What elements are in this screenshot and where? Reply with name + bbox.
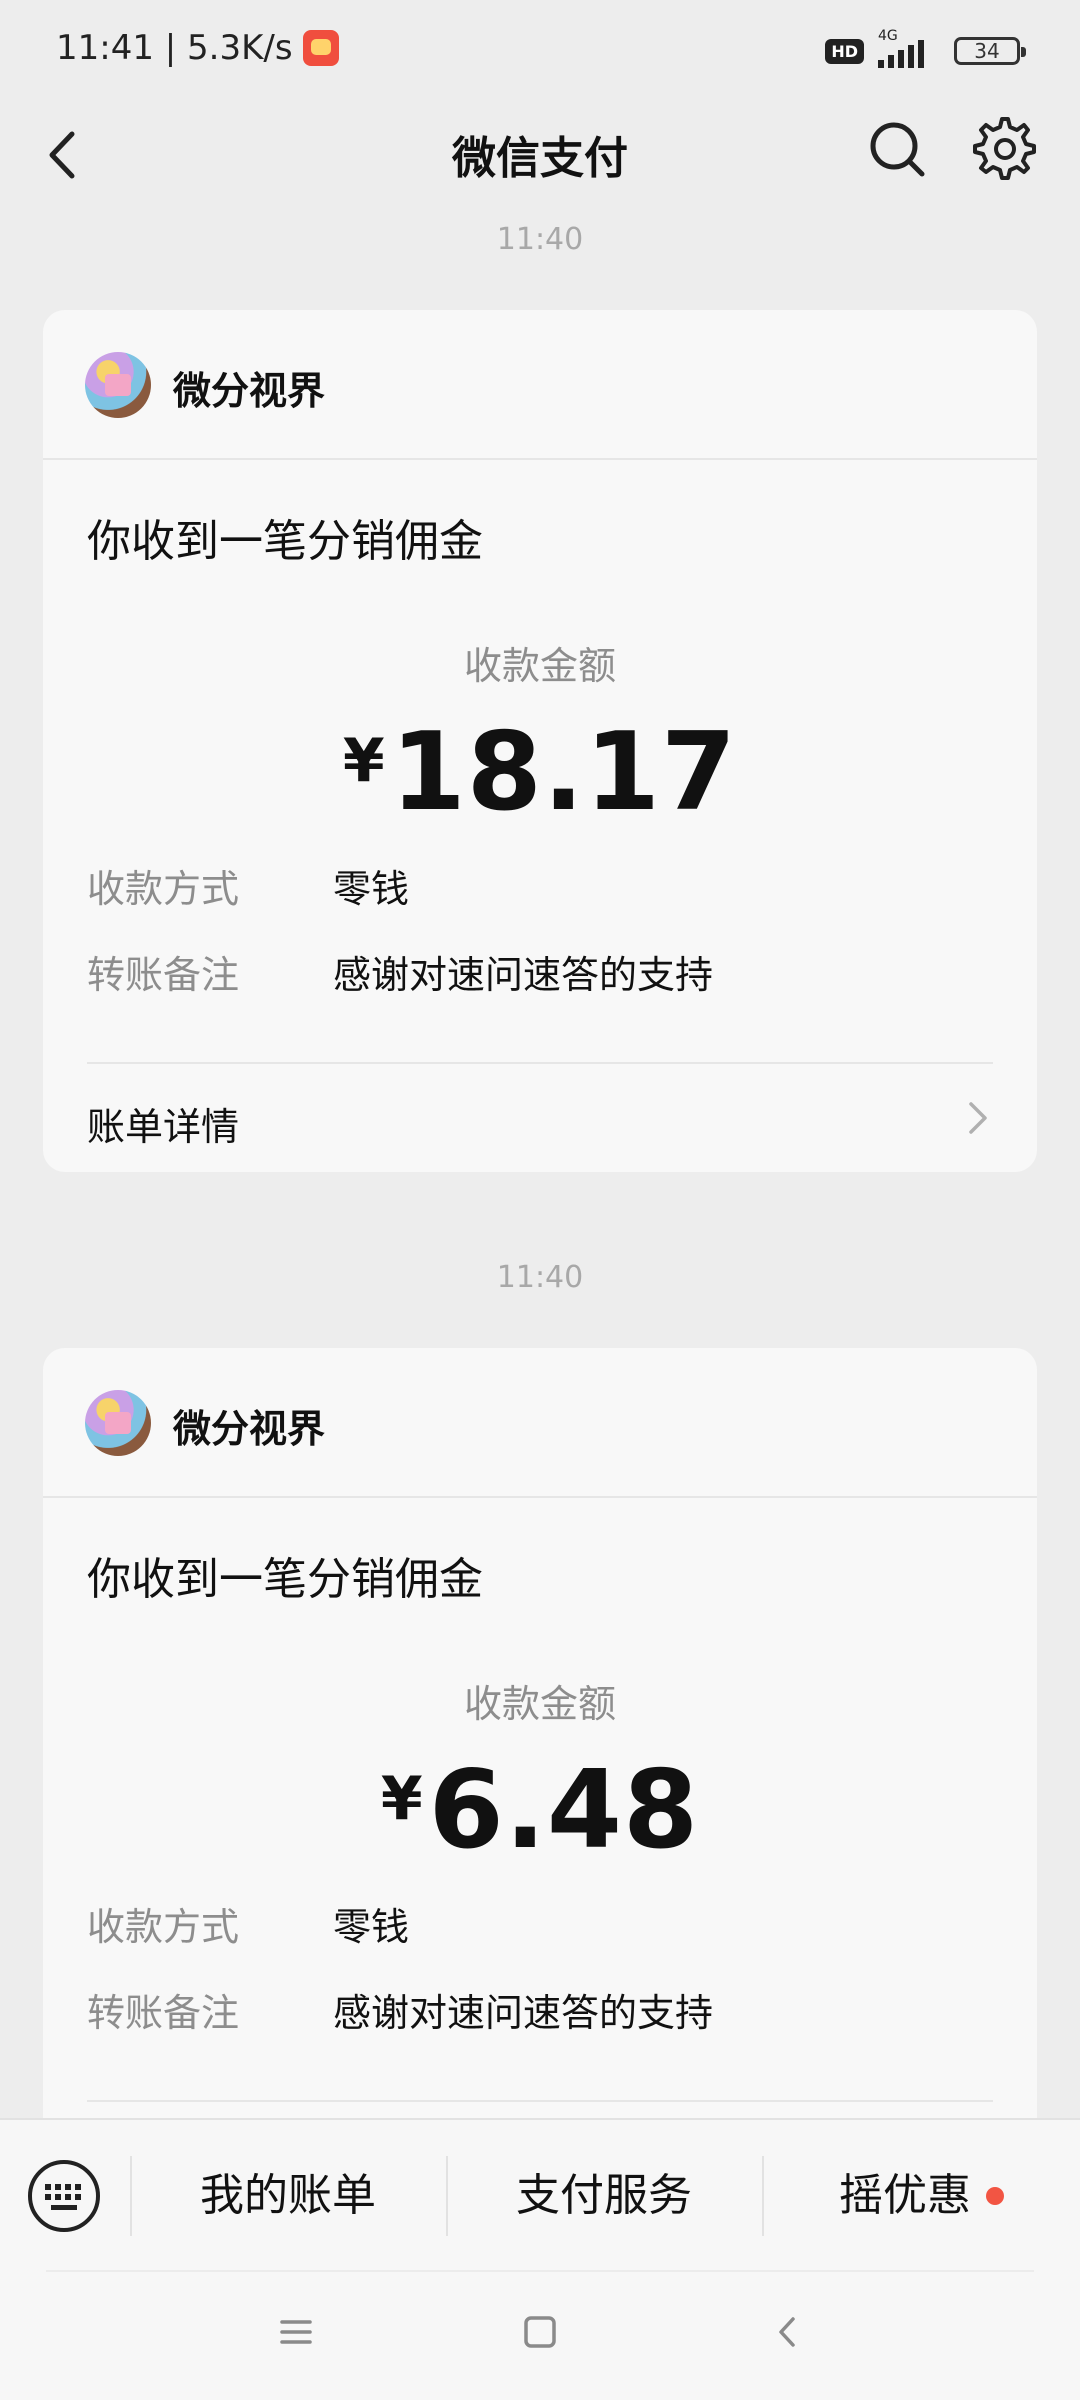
detail-value: 感谢对速问速答的支持: [333, 1991, 714, 2035]
detail-key: 转账备注: [87, 953, 240, 997]
detail-key: 收款方式: [87, 867, 240, 911]
app-notification-icon: [302, 30, 339, 66]
notification-dot: [986, 2187, 1004, 2205]
brand-name: 微分视界: [173, 369, 326, 413]
system-nav-bar: [0, 2270, 1080, 2400]
signal-icon: 4G: [876, 28, 942, 70]
battery-icon: 34: [954, 37, 1026, 65]
amount: ¥6.48: [43, 1748, 1037, 1873]
keyboard-icon[interactable]: [26, 2158, 102, 2234]
avatar: [85, 1390, 151, 1456]
search-icon[interactable]: [862, 114, 932, 184]
hd-badge: HD: [825, 38, 864, 64]
menu-my-bills[interactable]: 我的账单: [132, 2158, 444, 2234]
home-square-icon[interactable]: [522, 2314, 558, 2350]
detail-key: 收款方式: [87, 1905, 240, 1949]
card-title: 你收到一笔分销佣金: [87, 516, 483, 567]
amount-value: 18.17: [390, 710, 738, 835]
nav-bar: 微信支付: [0, 100, 1080, 210]
amount: ¥18.17: [43, 710, 1037, 835]
message-timestamp: 11:40: [496, 1260, 584, 1295]
detail-value: 零钱: [333, 867, 410, 911]
payment-card[interactable]: 微分视界 你收到一笔分销佣金 收款金额 ¥18.17 收款方式 零钱 转账备注 …: [43, 310, 1037, 1172]
amount-label: 收款金额: [463, 644, 616, 688]
menu-payment-services[interactable]: 支付服务: [448, 2158, 760, 2234]
status-left: 11:41 | 5.3K/s: [56, 28, 339, 68]
gear-icon[interactable]: [970, 114, 1040, 184]
menu-lines-icon[interactable]: [278, 2314, 314, 2350]
currency-symbol: ¥: [380, 1764, 423, 1834]
bill-details-label: 账单详情: [87, 1105, 240, 1149]
bill-details-link[interactable]: 账单详情: [87, 1062, 993, 1172]
avatar: [85, 352, 151, 418]
card-header[interactable]: 微分视界: [43, 310, 1037, 460]
detail-value: 感谢对速问速答的支持: [333, 953, 714, 997]
payment-card[interactable]: 微分视界 你收到一笔分销佣金 收款金额 ¥6.48 收款方式 零钱 转账备注 感…: [43, 1348, 1037, 2210]
message-timestamp: 11:40: [496, 222, 584, 257]
bottom-menu-bar: 我的账单 支付服务 摇优惠: [0, 2118, 1080, 2270]
status-time: 11:41 | 5.3K/s: [56, 28, 293, 68]
brand-name: 微分视界: [173, 1407, 326, 1451]
menu-divider: [762, 2156, 764, 2236]
back-chevron-icon[interactable]: [770, 2314, 806, 2350]
detail-value: 零钱: [333, 1905, 410, 1949]
amount-label: 收款金额: [463, 1682, 616, 1726]
currency-symbol: ¥: [342, 726, 385, 796]
amount-value: 6.48: [428, 1748, 700, 1873]
status-right: HD 4G 34: [825, 28, 1026, 70]
status-bar: 11:41 | 5.3K/s HD 4G 34: [0, 0, 1080, 100]
chevron-right-icon: [963, 1098, 993, 1138]
card-header[interactable]: 微分视界: [43, 1348, 1037, 1498]
detail-key: 转账备注: [87, 1991, 240, 2035]
card-title: 你收到一笔分销佣金: [87, 1554, 483, 1605]
